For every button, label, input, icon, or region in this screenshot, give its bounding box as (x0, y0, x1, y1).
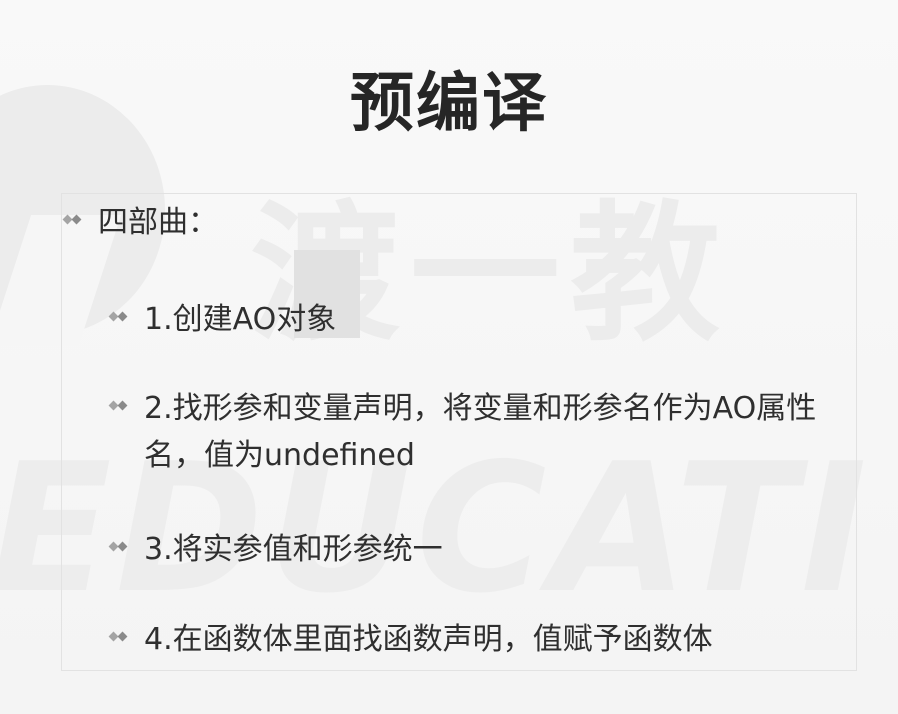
diamond-bullet-icon (108, 399, 130, 413)
bullet-item-step-4: 4.在函数体里面找函数声明，值赋予函数体 (108, 616, 713, 663)
bullet-item-step-1: 1.创建AO对象 (108, 296, 336, 343)
bullet-text: 1.创建AO对象 (144, 302, 337, 337)
bullet-text: 3.将实参值和形参统一 (144, 532, 443, 567)
bullet-item-four-steps: 四部曲： (62, 199, 218, 246)
bullet-text: 4.在函数体里面找函数声明，值赋予函数体 (144, 622, 713, 657)
bullet-item-step-2: 2.找形参和变量声明，将变量和形参名作为AO属性名，值为undefined (108, 385, 848, 479)
diamond-bullet-icon (108, 630, 130, 644)
bullet-text: 2.找形参和变量声明，将变量和形参名作为AO属性名，值为undefined (144, 391, 817, 473)
diamond-bullet-icon (108, 310, 130, 324)
bullet-text: 四部曲： (98, 205, 218, 240)
slide-title: 预编译 (350, 67, 548, 141)
slide: 渡一教 EDUCATI 预编译 四部曲： 1.创建AO对象 2.找形参和变量声明… (0, 0, 898, 714)
bullet-item-step-3: 3.将实参值和形参统一 (108, 526, 443, 573)
diamond-bullet-icon (62, 213, 84, 227)
diamond-bullet-icon (108, 540, 130, 554)
